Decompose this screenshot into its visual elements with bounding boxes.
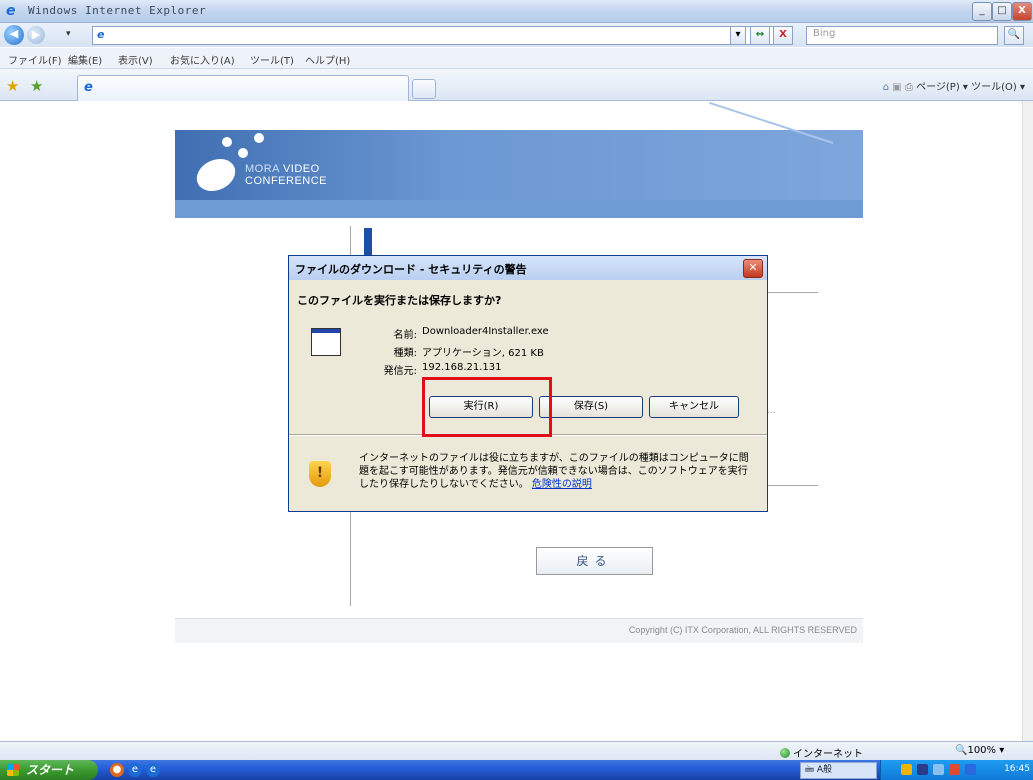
window-title: Windows Internet Explorer [28,4,207,17]
home-icon[interactable]: ⌂ [883,82,889,93]
status-bar: インターネット 🔍100% ▾ [0,741,1033,760]
application-file-icon [311,328,341,356]
brand-line2: CONFERENCE [245,175,328,187]
menu-tools[interactable]: ツール(T) [250,52,294,67]
tray-network-icon[interactable] [933,764,944,775]
dialog-title: ファイルのダウンロード - セキュリティの警告 [295,263,527,276]
page-icon: e [97,28,105,41]
cancel-button[interactable]: キャンセル [649,396,739,418]
ime-mode: A般 [816,765,833,775]
menu-bar: ファイル(F) 編集(E) 表示(V) お気に入り(A) ツール(T) ヘルプ(… [0,48,1033,69]
language-bar[interactable]: 🖮 A般 [800,762,877,779]
tray-security-icon[interactable] [949,764,960,775]
publisher-value: 192.168.21.131 [422,362,502,373]
search-placeholder: Bing [813,28,836,39]
dialog-question: このファイルを実行または保存しますか? [297,294,502,307]
tab-page-icon: e [84,80,93,95]
ie-logo-icon: e [6,3,16,19]
quicklaunch-firefox-icon[interactable]: ● [110,763,124,777]
internet-zone-icon [780,748,790,758]
tray-update-icon[interactable] [965,764,976,775]
window-titlebar: e Windows Internet Explorer _ □ X [0,0,1033,23]
run-button-highlight [422,377,552,437]
favorites-star-icon[interactable]: ★ [6,77,19,95]
ime-icon: 🖮 [805,765,815,775]
command-bar-label[interactable]: ページ(P) ▾ ツール(O) ▾ [916,82,1025,93]
dialog-close-button[interactable]: ✕ [743,259,763,278]
stop-button[interactable]: X [773,26,793,45]
back-page-button[interactable]: 戻る [536,547,653,575]
search-icon[interactable]: 🔍 [1004,26,1024,45]
name-value: Downloader4Installer.exe [422,326,549,337]
vertical-scrollbar[interactable] [1022,101,1033,741]
windows-taskbar: スタート ● e e 🖮 A般 16:45 [0,760,1033,780]
tab-current[interactable]: e [77,75,436,101]
favorites-bar: ★ ★ e ⌂ ▣ ⎙ ページ(P) ▾ ツール(O) ▾ [0,69,1033,101]
logo-dot [222,137,232,147]
command-bar[interactable]: ⌂ ▣ ⎙ ページ(P) ▾ ツール(O) ▾ [883,78,1025,93]
refresh-button[interactable]: ↔ [750,26,770,45]
back-button[interactable]: ◀ [4,25,24,45]
menu-file[interactable]: ファイル(F) [8,52,62,67]
feeds-icon[interactable]: ▣ [892,82,901,93]
start-label: スタート [26,763,75,777]
brand-line1: MORA VIDEO [245,163,320,175]
tray-speaker-icon[interactable] [901,764,912,775]
type-label: 種類: [393,348,417,359]
quicklaunch-ie2-icon[interactable]: e [146,763,160,777]
minimize-button[interactable]: _ [972,2,992,21]
quicklaunch-ie-icon[interactable]: e [128,763,142,777]
name-label: 名前: [393,330,417,341]
type-value: アプリケーション, 621 KB [422,348,544,359]
start-button[interactable]: スタート [0,760,98,780]
menu-edit[interactable]: 編集(E) [68,52,102,67]
system-tray: 16:45 [880,760,1033,780]
logo-dot [254,133,264,143]
banner-stripe [175,200,863,218]
clock[interactable]: 16:45 [1004,764,1030,774]
address-dropdown-button[interactable]: ▾ [730,26,746,45]
security-shield-icon: ! [309,461,331,487]
history-dropdown-icon[interactable]: ▾ [66,29,71,39]
section-marker [364,228,372,258]
windows-flag-icon [7,764,19,776]
new-tab-button[interactable] [412,79,436,99]
security-warning: インターネットのファイルは役に立ちますが、このファイルの種類はコンピュータに問題… [359,452,754,491]
maximize-button[interactable]: □ [992,2,1012,21]
menu-favorites[interactable]: お気に入り(A) [170,52,235,67]
address-input[interactable]: e [92,26,784,45]
page-footer: Copyright (C) ITX Corporation, ALL RIGHT… [175,618,863,643]
logo-dot [238,148,248,158]
content-rule [766,485,818,486]
publisher-label: 発信元: [383,366,417,377]
risk-explanation-link[interactable]: 危険性の説明 [532,479,592,490]
menu-view[interactable]: 表示(V) [118,52,153,67]
address-toolbar: ◀ ▶ ▾ e ▾ ↔ X Bing 🔍 [0,23,1033,47]
zoom-level[interactable]: 🔍100% ▾ [955,745,1004,756]
add-favorites-icon[interactable]: ★ [30,77,43,95]
security-zone[interactable]: インターネット [780,745,863,760]
dialog-titlebar: ファイルのダウンロード - セキュリティの警告 ✕ [289,256,767,280]
close-window-button[interactable]: X [1012,2,1032,21]
tray-app-icon[interactable] [917,764,928,775]
search-input[interactable]: Bing [806,26,998,45]
content-rule [766,292,818,293]
copyright-text: Copyright (C) ITX Corporation, ALL RIGHT… [628,625,857,635]
print-icon[interactable]: ⎙ [905,82,913,93]
save-button[interactable]: 保存(S) [539,396,643,418]
forward-button[interactable]: ▶ [27,26,45,44]
menu-help[interactable]: ヘルプ(H) [305,52,350,67]
